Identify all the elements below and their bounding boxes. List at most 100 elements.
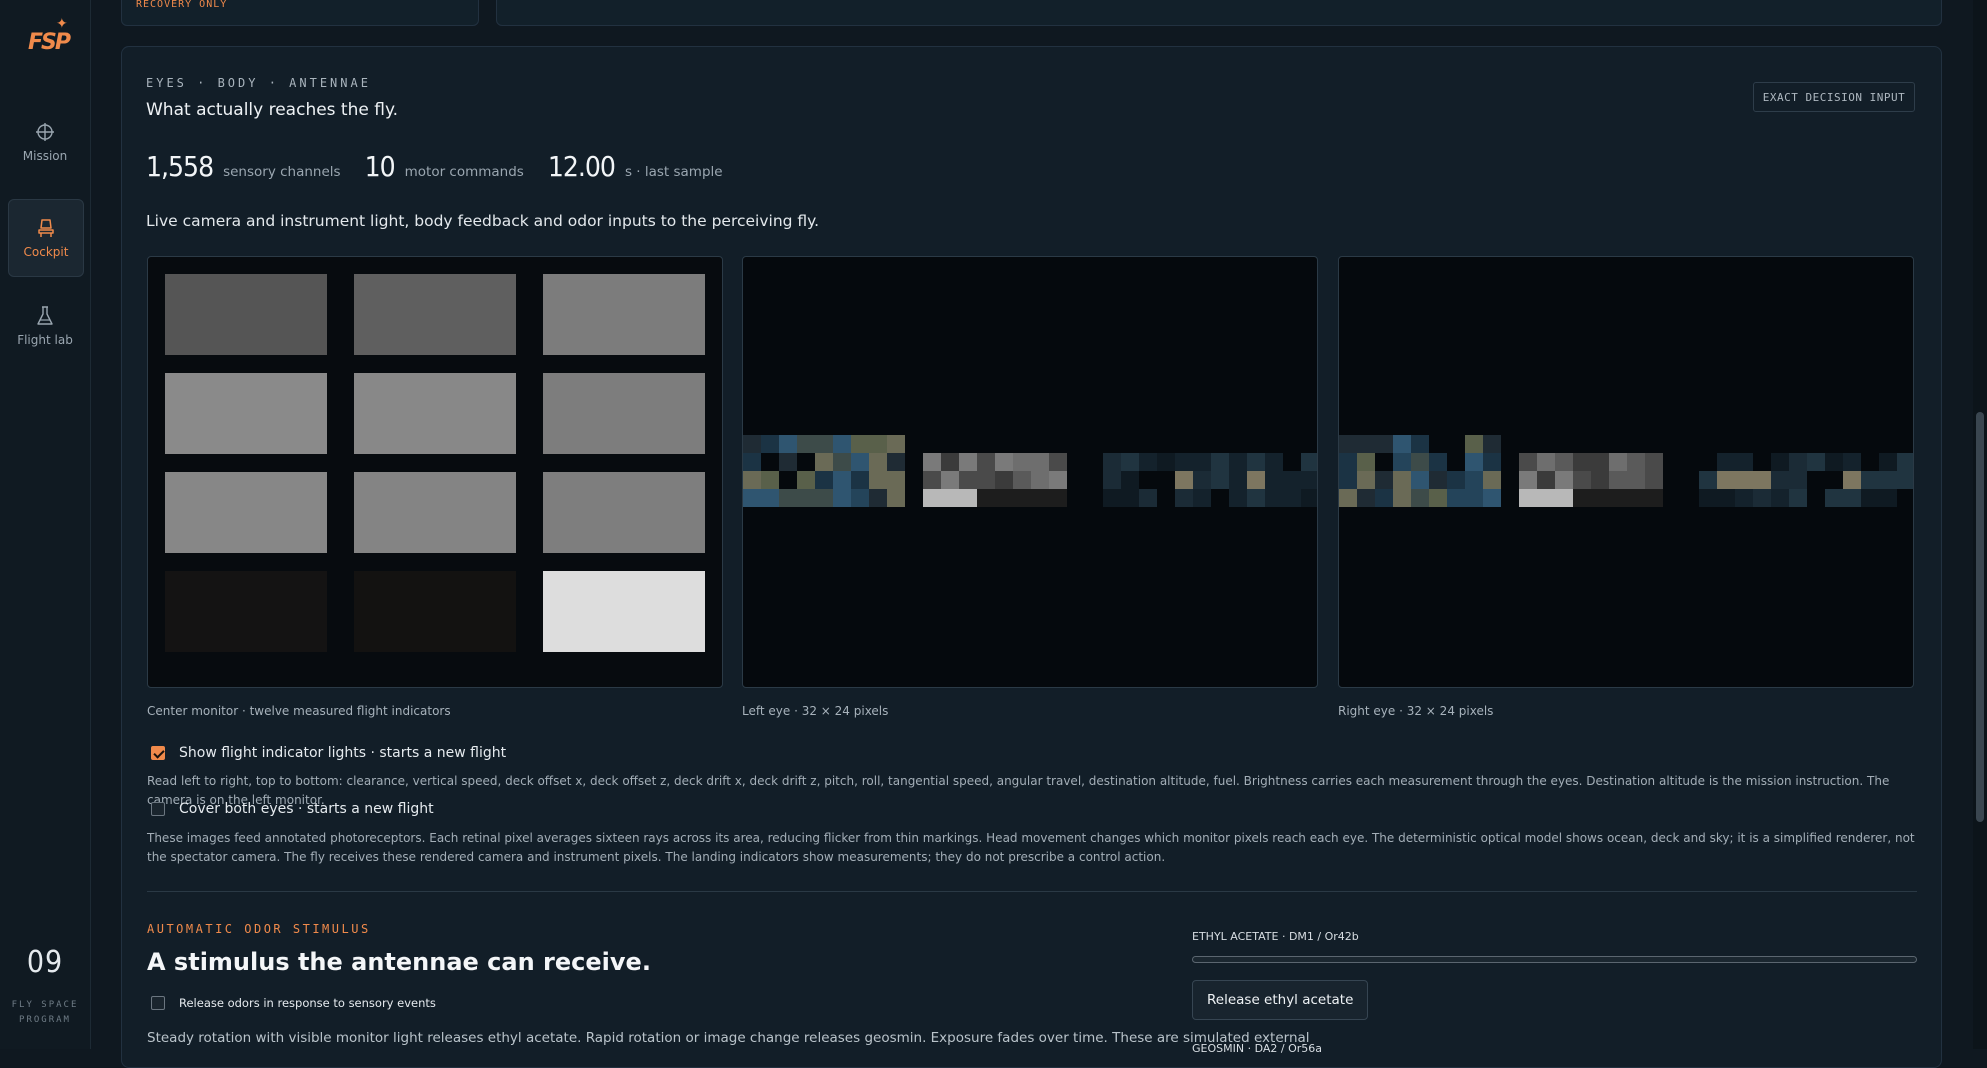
page-scrollbar[interactable] bbox=[1973, 0, 1987, 1049]
retina-pixel bbox=[1411, 453, 1429, 471]
retina-pixel bbox=[1609, 489, 1627, 507]
retina-pixel bbox=[1735, 471, 1753, 489]
retina-pixel bbox=[1013, 453, 1031, 471]
retina-pixel bbox=[1519, 471, 1537, 489]
retina-pixel bbox=[1591, 471, 1609, 489]
retina-pixel bbox=[1807, 453, 1825, 471]
cover-eyes-toggle[interactable]: Cover both eyes · starts a new flight bbox=[151, 801, 434, 817]
retina-pixel bbox=[1573, 471, 1591, 489]
retina-pixel bbox=[1175, 471, 1193, 489]
retina-pixel bbox=[941, 489, 959, 507]
retina-pixel bbox=[1735, 489, 1753, 507]
retina-pixel bbox=[1339, 471, 1357, 489]
retina-pixel bbox=[1193, 489, 1211, 507]
retina-pixel bbox=[1897, 453, 1913, 471]
retina-pixel bbox=[959, 453, 977, 471]
retina-pixel bbox=[815, 435, 833, 453]
retina-pixel bbox=[1591, 489, 1609, 507]
retina-pixel bbox=[1843, 471, 1861, 489]
retina-pixel bbox=[1879, 453, 1897, 471]
retina-pixel bbox=[1789, 489, 1807, 507]
retina-pixel bbox=[1555, 471, 1573, 489]
retina-pixel bbox=[869, 435, 887, 453]
retina-pixel bbox=[887, 489, 905, 507]
indicator-lights-checkbox[interactable] bbox=[151, 746, 165, 760]
retina-pixel bbox=[1645, 489, 1663, 507]
retina-pixel bbox=[977, 453, 995, 471]
retina-pixel bbox=[1555, 453, 1573, 471]
retina-pixel bbox=[1465, 453, 1483, 471]
sidebar-item-label: Flight lab bbox=[17, 333, 73, 347]
retina-pixel bbox=[833, 489, 851, 507]
retina-pixel bbox=[1861, 471, 1879, 489]
retina-pixel bbox=[1609, 471, 1627, 489]
indicator-lights-toggle[interactable]: Show flight indicator lights · starts a … bbox=[151, 745, 506, 761]
retina-pixel bbox=[1483, 453, 1501, 471]
retina-pixel bbox=[1013, 489, 1031, 507]
retina-pixel bbox=[1609, 453, 1627, 471]
indicator-tile bbox=[543, 472, 705, 553]
retina-pixel bbox=[887, 435, 905, 453]
sidebar-item-cockpit[interactable]: Cockpit bbox=[8, 199, 84, 277]
scrollbar-thumb[interactable] bbox=[1976, 412, 1984, 822]
cover-eyes-checkbox[interactable] bbox=[151, 802, 165, 816]
auto-release-checkbox[interactable] bbox=[151, 996, 165, 1010]
retina-pixel bbox=[743, 435, 761, 453]
retina-pixel bbox=[1573, 453, 1591, 471]
sensory-channels-value: 1,558 bbox=[146, 150, 214, 183]
retina-pixel bbox=[851, 453, 869, 471]
crosshair-icon bbox=[36, 123, 54, 141]
retina-pixel bbox=[923, 453, 941, 471]
retina-pixel bbox=[1627, 471, 1645, 489]
retina-pixel bbox=[1265, 453, 1283, 471]
retina-pixel bbox=[1537, 471, 1555, 489]
retina-pixel bbox=[1411, 435, 1429, 453]
retina-pixel bbox=[1229, 489, 1247, 507]
retina-pixel bbox=[959, 489, 977, 507]
retina-pixel bbox=[1879, 489, 1897, 507]
retina-pixel bbox=[779, 453, 797, 471]
retina-pixel bbox=[1193, 453, 1211, 471]
section-eyebrow: EYES · BODY · ANTENNAE bbox=[146, 76, 371, 90]
retina-pixel bbox=[1393, 489, 1411, 507]
retina-pixel bbox=[797, 489, 815, 507]
release-ethyl-acetate-button[interactable]: Release ethyl acetate bbox=[1192, 980, 1369, 1020]
right-eye-panel bbox=[1338, 256, 1914, 688]
odor-eyebrow: AUTOMATIC ODOR STIMULUS bbox=[147, 922, 371, 936]
left-eye-image bbox=[743, 435, 1317, 507]
indicator-tile bbox=[165, 571, 327, 652]
retina-pixel bbox=[1265, 489, 1283, 507]
sidebar-item-mission[interactable]: Mission bbox=[8, 104, 82, 180]
cover-eyes-label: Cover both eyes · starts a new flight bbox=[179, 801, 434, 817]
retina-pixel bbox=[1537, 489, 1555, 507]
retina-pixel bbox=[1645, 471, 1663, 489]
retina-pixel bbox=[779, 489, 797, 507]
retina-pixel bbox=[743, 489, 761, 507]
retina-pixel bbox=[1429, 489, 1447, 507]
retina-pixel bbox=[977, 471, 995, 489]
retina-pixel bbox=[1357, 489, 1375, 507]
retina-pixel bbox=[1519, 453, 1537, 471]
retina-pixel bbox=[761, 489, 779, 507]
retina-pixel bbox=[1897, 471, 1913, 489]
indicator-tile bbox=[543, 373, 705, 454]
retina-pixel bbox=[887, 471, 905, 489]
retina-pixel bbox=[1031, 489, 1049, 507]
exact-decision-input-button[interactable]: EXACT DECISION INPUT bbox=[1753, 82, 1915, 112]
retina-pixel bbox=[995, 471, 1013, 489]
recovery-label: RECOVERY ONLY bbox=[136, 0, 228, 10]
app-logo[interactable]: ✦ FSP bbox=[26, 16, 71, 66]
auto-release-toggle[interactable]: Release odors in response to sensory eve… bbox=[151, 996, 436, 1010]
retina-pixel bbox=[761, 471, 779, 489]
retina-pixel bbox=[1339, 489, 1357, 507]
section-headline: What actually reaches the fly. bbox=[146, 100, 398, 120]
sensory-channels-label: sensory channels bbox=[223, 164, 341, 180]
retina-pixel bbox=[1357, 471, 1375, 489]
program-caption: FLY SPACE PROGRAM bbox=[11, 1000, 79, 1025]
retina-pixel bbox=[1193, 471, 1211, 489]
retina-pixel bbox=[851, 471, 869, 489]
sidebar-item-flight-lab[interactable]: Flight lab bbox=[8, 288, 82, 364]
section-divider bbox=[147, 891, 1917, 892]
retina-pixel bbox=[1357, 453, 1375, 471]
indicator-tile bbox=[354, 373, 516, 454]
